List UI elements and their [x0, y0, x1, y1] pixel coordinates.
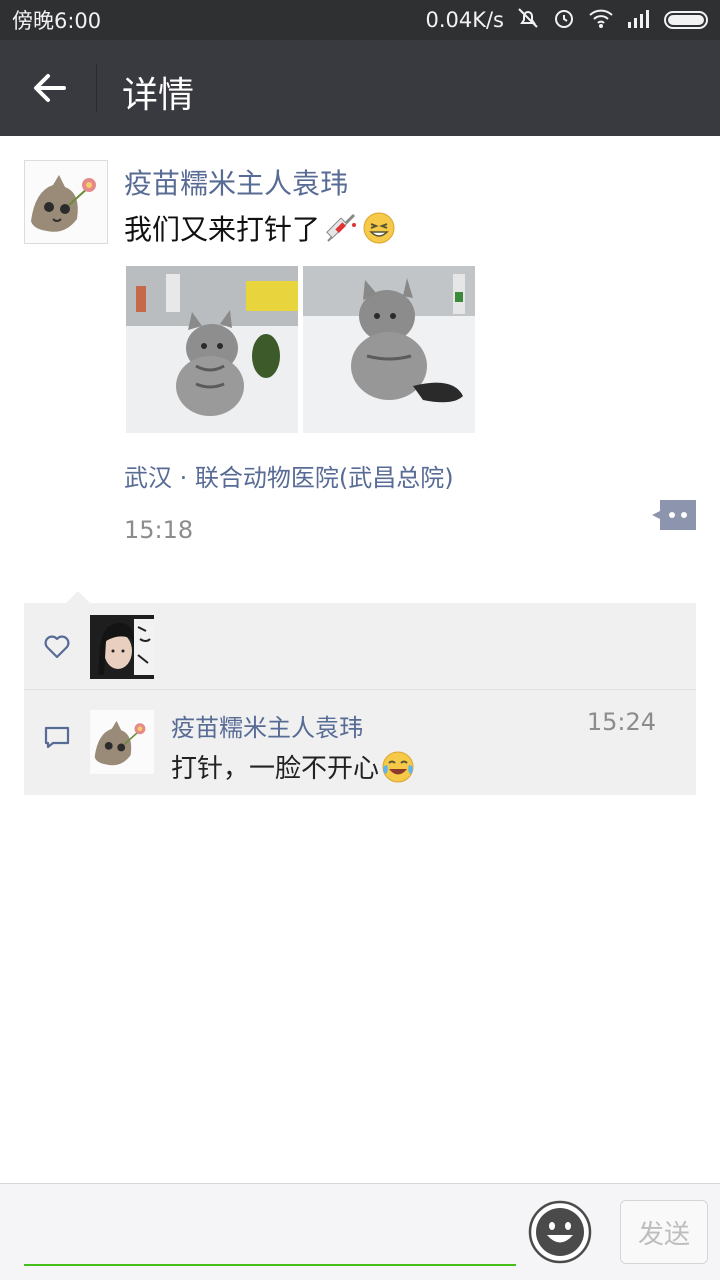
comment-item[interactable]: 疫苗糯米主人袁玮 15:24 打针，一脸不开心	[24, 690, 696, 795]
wifi-icon	[588, 7, 614, 34]
post-text-content: 我们又来打针了	[124, 213, 321, 246]
nav-divider	[96, 64, 97, 112]
tears-of-joy-emoji	[382, 751, 414, 782]
post-photo-1[interactable]	[126, 266, 298, 433]
interactions-panel: 疫苗糯米主人袁玮 15:24 打针，一脸不开心	[24, 591, 696, 795]
smiley-icon	[528, 1200, 592, 1264]
grin-emoji	[363, 212, 395, 244]
nav-bar: 详情	[0, 40, 720, 136]
status-bar: 傍晚6:00 0.04K/s	[0, 0, 720, 40]
battery-icon	[664, 11, 708, 29]
likes-row	[24, 603, 696, 689]
comment-text: 打针，一脸不开心	[171, 748, 415, 785]
post-time: 15:18	[124, 516, 194, 544]
comment-time: 15:24	[586, 708, 656, 736]
comment-input[interactable]	[24, 1212, 516, 1266]
status-icons: 0.04K/s	[425, 6, 708, 35]
syringe-emoji	[326, 213, 357, 242]
more-dots-icon	[652, 500, 696, 530]
back-button[interactable]	[26, 64, 74, 112]
emoji-button[interactable]	[528, 1200, 592, 1264]
signal-icon	[626, 8, 652, 33]
alarm-icon	[552, 6, 576, 35]
status-time: 傍晚6:00	[12, 9, 102, 33]
post-location[interactable]: 武汉 · 联合动物医院(武昌总院)	[124, 458, 454, 493]
post-photo-2[interactable]	[303, 266, 475, 433]
liker-avatar[interactable]	[90, 615, 154, 679]
page-title: 详情	[122, 75, 195, 116]
comment-icon	[44, 726, 70, 749]
comment-menu-button[interactable]	[652, 500, 696, 530]
comment-text-content: 打针，一脸不开心	[171, 754, 380, 784]
mute-icon	[516, 6, 540, 35]
post-text: 我们又来打针了	[124, 208, 396, 248]
comment-author[interactable]: 疫苗糯米主人袁玮	[171, 708, 363, 743]
heart-icon	[44, 635, 70, 659]
net-speed: 0.04K/s	[425, 8, 504, 32]
send-button[interactable]: 发送	[620, 1200, 708, 1264]
input-bar: 发送	[0, 1183, 720, 1280]
back-arrow-icon	[34, 74, 66, 102]
commenter-avatar[interactable]	[90, 710, 154, 774]
author-name[interactable]: 疫苗糯米主人袁玮	[124, 162, 348, 202]
author-avatar[interactable]	[24, 160, 108, 244]
panel-pointer	[66, 591, 90, 603]
